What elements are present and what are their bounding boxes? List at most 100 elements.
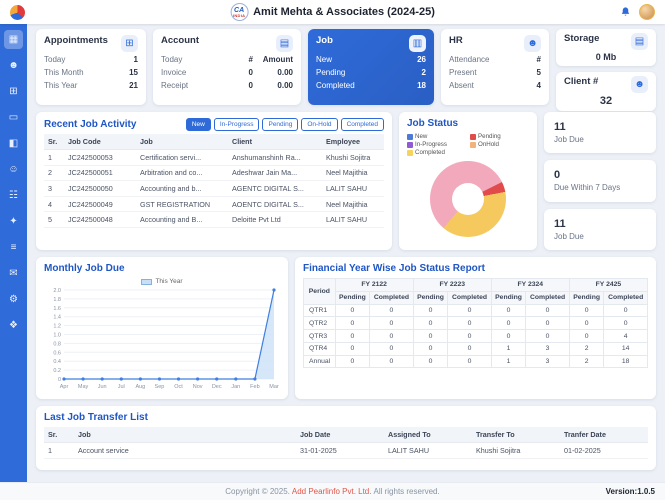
hr-label: Present xyxy=(449,67,477,77)
fy-value-cell: 0 xyxy=(412,354,449,369)
svg-text:May: May xyxy=(78,384,89,390)
appointments-label: This Month xyxy=(44,67,84,77)
fy-report-table: Period FY 2122 FY 2223 FY 2324 FY 2425 Pendin… xyxy=(303,278,649,369)
stat-value: 0 xyxy=(554,169,561,182)
col-header: Sr. xyxy=(44,427,74,443)
header-title-group: CA INDIA Amit Mehta & Associates (2024-2… xyxy=(230,3,435,21)
stat-card-1: 0 Due Within 7 Days xyxy=(544,160,656,202)
pearlinfo-link[interactable]: Add Pearlinfo Pvt. Ltd. xyxy=(292,487,372,496)
fy-value-cell: 0 xyxy=(490,303,527,318)
hr-row: Present 5 xyxy=(449,67,541,80)
stat-label: Job Due xyxy=(554,231,584,241)
svg-text:Sep: Sep xyxy=(155,384,165,390)
fy-value-cell: 0 xyxy=(412,341,449,356)
app-header: CA INDIA Amit Mehta & Associates (2024-2… xyxy=(0,0,665,24)
card-title: Storage xyxy=(564,33,600,44)
svg-text:0: 0 xyxy=(58,377,61,383)
fy-value-cell: 18 xyxy=(603,354,648,369)
job-label: Completed xyxy=(316,80,355,90)
table-cell: Certification servi... xyxy=(136,149,228,166)
storage-value: 0 Mb xyxy=(595,52,617,62)
avatar[interactable] xyxy=(639,4,655,20)
sidebar-item-employees[interactable]: ☺ xyxy=(4,160,23,179)
filter-on-hold-button[interactable]: On-Hold xyxy=(301,118,338,131)
recent-jobs-table: Sr. Job Code Job Client Employee 1 JC242500053… xyxy=(44,134,384,228)
stat-card-0: 11 Job Due xyxy=(544,112,656,154)
sidebar-item-attendance[interactable]: ☷ xyxy=(4,186,23,205)
fy-period-cell: Annual xyxy=(303,354,336,369)
sidebar-item-settings[interactable]: ⚙ xyxy=(4,290,23,309)
account-header-row: Today # Amount xyxy=(161,54,293,67)
middle-row: Recent Job Activity New In-Progress Pendin… xyxy=(36,112,656,250)
legend-label: Pending xyxy=(478,133,501,140)
receipt-icon: ▤ xyxy=(276,35,293,52)
legend-swatch xyxy=(407,141,413,148)
card-title: HR xyxy=(449,35,463,46)
panel-title: Recent Job Activity xyxy=(44,119,137,130)
job-filter-buttons: New In-Progress Pending On-Hold Completed xyxy=(185,118,384,131)
fy-year-header: FY 2324 xyxy=(490,278,570,292)
settings-icon: ⚙ xyxy=(9,294,18,305)
col-header: Assigned To xyxy=(384,427,472,443)
legend-swatch xyxy=(407,149,413,156)
fy-value-cell: 0 xyxy=(568,329,605,343)
table-cell: LALIT SAHU xyxy=(384,442,472,459)
sidebar-item-dashboard[interactable]: ▦ xyxy=(4,30,23,49)
fy-value-cell: 14 xyxy=(603,341,648,356)
last-job-transfer-panel: Last Job Transfer List Sr. Job Job Date Ass… xyxy=(36,406,656,470)
appointments-icon: ⊞ xyxy=(9,86,18,97)
svg-text:1.6: 1.6 xyxy=(53,306,61,312)
filter-pending-button[interactable]: Pending xyxy=(262,118,299,131)
fy-value-cell: 0 xyxy=(603,303,648,318)
svg-text:Nov: Nov xyxy=(193,384,203,390)
sidebar-item-team[interactable]: ❖ xyxy=(4,316,23,335)
dashboard-icon: ▦ xyxy=(8,34,19,45)
sidebar-item-appointments[interactable]: ⊞ xyxy=(4,82,23,101)
filter-completed-button[interactable]: Completed xyxy=(340,118,384,131)
col-header: Client xyxy=(228,134,322,150)
sidebar-item-clients[interactable]: ☻ xyxy=(4,56,23,75)
fy-value-cell: 0 xyxy=(334,341,371,356)
storage-icon: ▤ xyxy=(631,33,648,50)
sidebar-item-job-list[interactable]: ≡ xyxy=(4,238,23,257)
filter-in-progress-button[interactable]: In-Progress xyxy=(213,118,260,131)
job-value: 26 xyxy=(417,55,426,64)
legend-label: Completed xyxy=(415,149,445,156)
table-cell: 3 xyxy=(44,180,64,197)
version-label: Version:1.0.5 xyxy=(605,487,655,496)
sidebar-item-reports[interactable]: ◧ xyxy=(4,134,23,153)
fy-period-header: Period xyxy=(303,278,336,305)
filter-new-button[interactable]: New xyxy=(185,118,211,131)
page-title: Amit Mehta & Associates (2024-25) xyxy=(253,6,435,18)
hr-card: HR ☻ Attendance # Present 5 Absent 4 xyxy=(441,29,549,105)
sidebar-item-documents[interactable]: ✉ xyxy=(4,264,23,283)
sidebar-item-jobs[interactable]: ✦ xyxy=(4,212,23,231)
fy-value-cell: 0 xyxy=(412,303,449,318)
panel-title: Monthly Job Due xyxy=(44,263,125,274)
col-header: Sr. xyxy=(44,134,64,150)
job-label: New xyxy=(316,55,333,64)
table-cell: Neel Majithia xyxy=(322,196,384,213)
col-header: Tranfer Date xyxy=(560,427,648,443)
fy-value-cell: 0 xyxy=(369,341,414,356)
legend-label: New xyxy=(415,133,428,140)
bell-icon[interactable] xyxy=(620,6,631,18)
fy-value-cell: 0 xyxy=(334,329,371,343)
table-cell: Adeshwar Jain Ma... xyxy=(228,165,322,182)
fy-value-cell: 0 xyxy=(525,303,570,318)
fy-body: QTR1 0 0 0 0 0 0 0 0 QTR2 0 0 0 0 0 0 0 0 QTR3 0 0 0 0 0 0 0 4 QTR4… xyxy=(303,303,648,369)
appointments-row: This Month 15 xyxy=(44,67,138,80)
charts-row: Monthly Job Due This Year 0 0.2 0.4 0.6 0.8 1… xyxy=(36,257,656,399)
stat-label: Due Within 7 Days xyxy=(554,183,621,193)
fy-head: Period FY 2122 FY 2223 FY 2324 FY 2425 Pendin… xyxy=(303,278,649,305)
sidebar-item-workstation[interactable]: ▭ xyxy=(4,108,23,127)
table-cell: 2 xyxy=(44,165,64,182)
fy-value-cell: 0 xyxy=(412,329,449,343)
table-cell: JC242500050 xyxy=(64,180,136,197)
fy-value-cell: 0 xyxy=(334,316,371,331)
fy-sub-header: Pending xyxy=(334,290,371,305)
svg-text:Dec: Dec xyxy=(212,384,222,390)
panel-title: Financial Year Wise Job Status Report xyxy=(303,263,486,274)
fy-value-cell: 2 xyxy=(568,341,605,356)
table-row: 2 JC242500051 Arbitration and co... Adeshwa… xyxy=(44,165,384,182)
